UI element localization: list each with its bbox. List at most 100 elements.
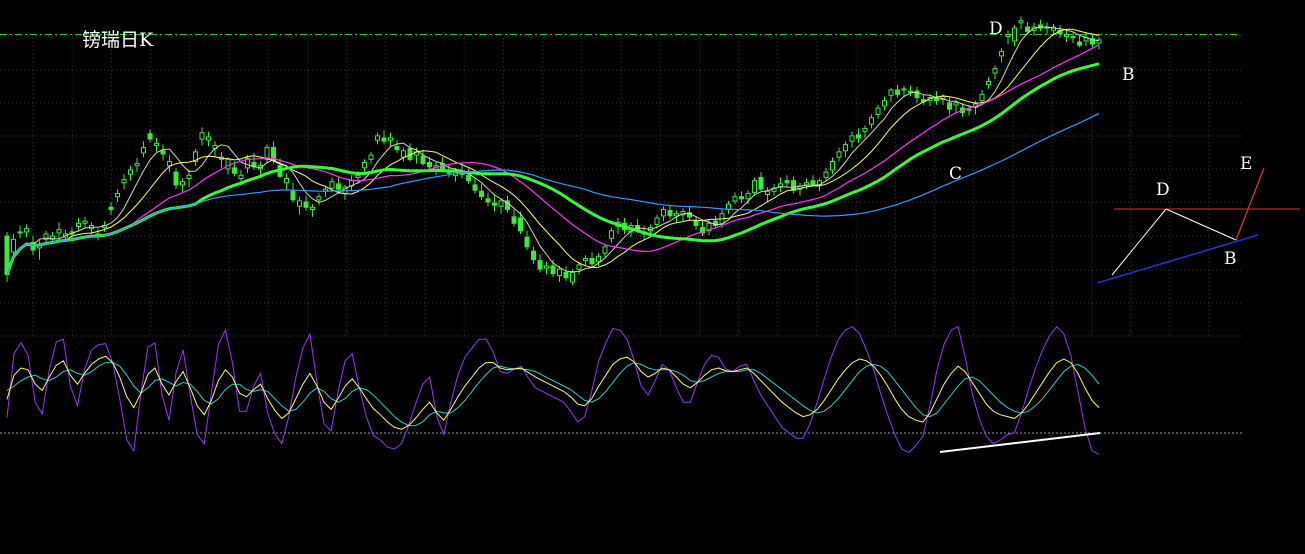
candle-up (849, 135, 855, 142)
diagram-label-e: E (1240, 154, 1252, 174)
divergence-line (939, 432, 1101, 453)
diagram-label-d: D (1156, 180, 1170, 200)
candle-up (732, 196, 738, 202)
pattern-leg-2 (1165, 208, 1237, 241)
candle-down (420, 155, 426, 165)
candle-up (745, 193, 751, 200)
candle-up (882, 100, 887, 107)
candle-down (784, 180, 790, 184)
candle-up (765, 190, 770, 196)
candle-down (758, 177, 764, 190)
chart-area: 镑瑞日K D B C D E B (0, 0, 1305, 554)
candle-up (823, 171, 829, 178)
candle-up (576, 264, 582, 270)
candle-down (518, 217, 523, 232)
candle-down (1025, 26, 1030, 32)
candle-down (160, 150, 166, 155)
candles (4, 16, 1102, 286)
moving-averages (5, 26, 1100, 276)
candle-up (128, 169, 133, 175)
candle-up (869, 117, 874, 125)
candle-up (843, 143, 848, 152)
candle-down (479, 190, 484, 198)
candle-down (537, 260, 543, 270)
candle-down (17, 231, 23, 234)
candle-up (908, 90, 913, 93)
candle-up (752, 180, 757, 193)
annotations (939, 167, 1300, 453)
candle-up (11, 238, 16, 253)
candle-up (1064, 34, 1069, 38)
candle-up (596, 255, 601, 263)
candle-up (329, 181, 335, 189)
candle-up (654, 217, 660, 225)
candle-up (186, 174, 192, 180)
candle-up (206, 136, 211, 141)
chart-title: 镑瑞日K (82, 29, 154, 51)
candle-down (563, 271, 569, 279)
pattern-leg-3 (1235, 167, 1265, 241)
candle-down (381, 137, 387, 142)
candle-down (667, 210, 673, 217)
candle-up (1005, 34, 1011, 38)
candle-up (661, 209, 666, 217)
candle-up (316, 196, 322, 201)
candle-down (856, 134, 861, 139)
indicator-j-line (6, 325, 1100, 455)
candlestick-chart: 镑瑞日K D B C D E B (0, 16, 1300, 455)
candle-up (836, 151, 842, 158)
candle-down (895, 89, 900, 95)
candle-down (934, 98, 939, 102)
candle-down (693, 220, 699, 226)
candle-up (355, 174, 361, 178)
candle-down (394, 146, 400, 151)
candle-down (147, 133, 153, 140)
candle-up (862, 127, 868, 133)
candle-down (739, 196, 744, 200)
candle-up (154, 142, 159, 146)
candle-up (362, 162, 367, 169)
candle-down (472, 184, 478, 191)
candle-up (1012, 27, 1017, 42)
candle-up (966, 108, 972, 111)
wave-label-d: D (989, 19, 1003, 39)
wave-label-b: B (1122, 65, 1135, 85)
candle-down (531, 250, 536, 261)
candle-up (498, 200, 504, 207)
candle-up (121, 179, 127, 184)
candle-up (199, 132, 205, 140)
candle-down (492, 202, 497, 206)
candle-down (550, 265, 556, 274)
candle-down (589, 258, 595, 265)
candle-up (134, 163, 140, 167)
candle-up (570, 271, 575, 283)
candle-up (583, 258, 588, 262)
candle-down (108, 206, 114, 210)
indicator-k-line (6, 355, 1100, 430)
candle-down (173, 171, 179, 186)
candle-up (804, 182, 809, 186)
candle-up (375, 135, 380, 141)
candle-up (401, 150, 406, 158)
candle-up (999, 51, 1004, 57)
candle-up (888, 89, 894, 96)
candle-up (297, 200, 302, 207)
candle-up (602, 246, 608, 254)
indicator-pane (6, 325, 1100, 455)
candle-up (674, 213, 679, 217)
candle-up (953, 102, 959, 106)
wave-label-c: C (949, 164, 962, 184)
candle-up (238, 174, 244, 180)
candle-down (947, 102, 952, 110)
candle-down (466, 174, 471, 182)
candle-up (388, 137, 393, 141)
ma20-line (6, 44, 1100, 275)
candle-down (427, 162, 432, 168)
candle-down (485, 198, 491, 203)
diagram-label-b: B (1224, 249, 1237, 269)
candle-down (303, 201, 309, 208)
candle-down (336, 183, 341, 190)
candle-up (986, 81, 991, 86)
ma10-line (6, 28, 1100, 275)
candle-down (232, 167, 237, 174)
